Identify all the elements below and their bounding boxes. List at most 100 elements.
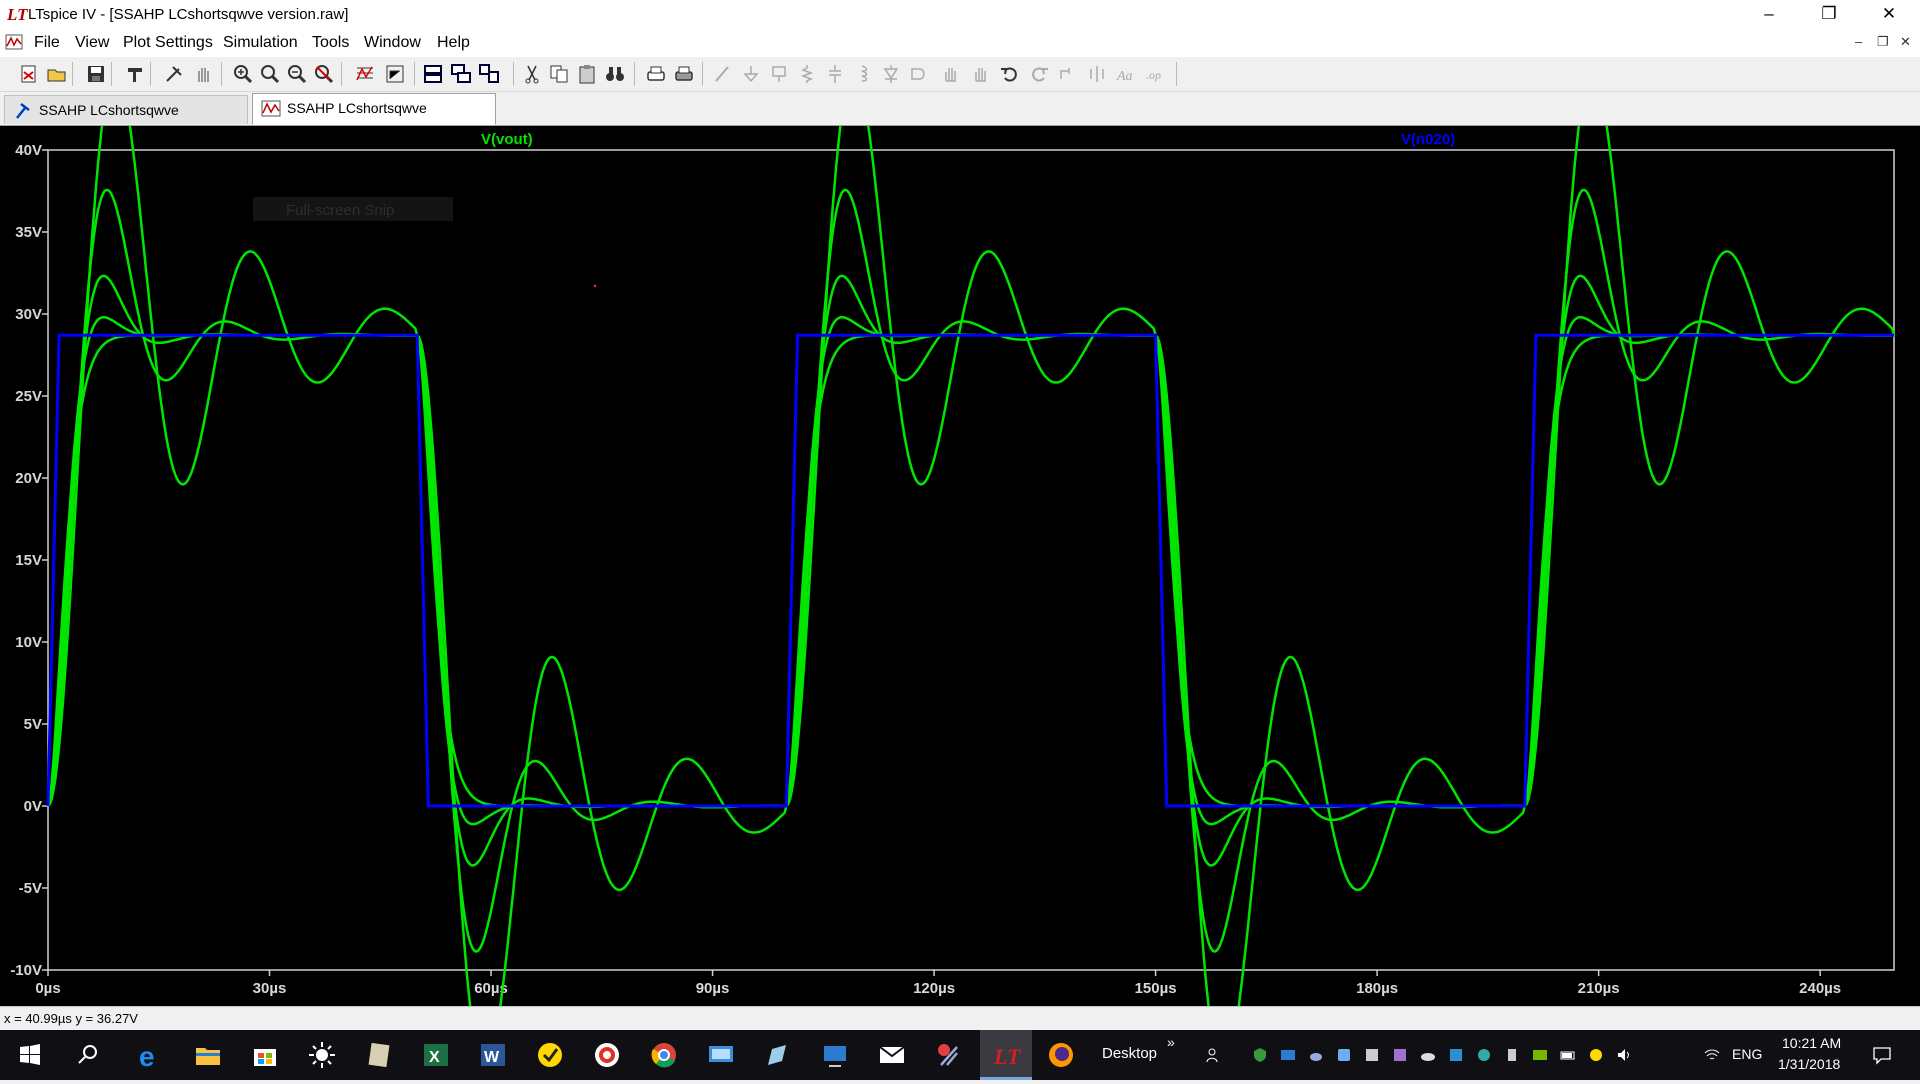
print-icon[interactable] [673, 63, 695, 85]
chrome-icon[interactable] [648, 1039, 680, 1071]
zoom-in-icon[interactable] [232, 63, 254, 85]
minimize-button[interactable]: – [1740, 0, 1798, 30]
tray-battery-icon[interactable] [1560, 1047, 1576, 1063]
tray-device-icon[interactable] [1504, 1047, 1520, 1063]
rotate-icon[interactable] [1057, 63, 1079, 85]
spice-directive-icon[interactable]: .op [1144, 63, 1166, 85]
label-net-icon[interactable] [768, 63, 790, 85]
edge-browser-icon[interactable]: e [135, 1039, 167, 1072]
component-icon[interactable] [908, 63, 930, 85]
file-explorer-icon[interactable] [192, 1039, 224, 1071]
undo-icon[interactable] [999, 63, 1021, 85]
x-tick-label: 90µs [696, 980, 730, 997]
tray-cloud-icon[interactable] [1308, 1047, 1324, 1063]
tray-security-icon[interactable] [1448, 1047, 1464, 1063]
tab-waveform[interactable]: SSAHP LCshortsqwve version.raw [252, 93, 496, 144]
draw-wire-icon[interactable] [712, 63, 734, 85]
ground-icon[interactable] [740, 63, 762, 85]
menu-view[interactable]: View [75, 34, 109, 52]
text-icon[interactable]: Aa [1115, 63, 1137, 85]
menu-plot-settings[interactable]: Plot Settings [123, 34, 213, 52]
mail-icon[interactable] [876, 1039, 908, 1071]
pan-icon[interactable] [259, 63, 281, 85]
language-indicator[interactable]: ENG [1732, 1046, 1762, 1062]
svg-text:LT: LT [993, 1044, 1022, 1069]
tray-norton-icon[interactable] [1588, 1047, 1604, 1063]
tray-nvidia-icon[interactable] [1532, 1047, 1548, 1063]
monitor-app-icon[interactable] [819, 1039, 851, 1071]
legend-vout[interactable]: V(vout) [481, 131, 533, 148]
pick-visible-traces-icon[interactable] [384, 63, 406, 85]
snipping-tool-icon[interactable] [933, 1039, 965, 1071]
excel-icon[interactable]: X [420, 1039, 452, 1071]
capacitor-icon[interactable] [824, 63, 846, 85]
sun-app-icon[interactable] [306, 1039, 338, 1071]
paste-icon[interactable] [576, 63, 598, 85]
norton-icon[interactable] [534, 1039, 566, 1071]
waveform-chart[interactable]: 40V 35V 30V 25V 20V 15V 10V 5V 0V -5V -10V 0µs 30µs… [0, 126, 1920, 1006]
word-icon[interactable]: W [477, 1039, 509, 1071]
new-schematic-icon[interactable] [18, 63, 40, 85]
waveform-window-icon[interactable] [5, 33, 23, 51]
clock-time[interactable]: 10:21 AM [1782, 1035, 1841, 1051]
mdi-close-button[interactable]: ✕ [1900, 34, 1911, 50]
firefox-icon[interactable] [1045, 1039, 1077, 1071]
volume-icon[interactable] [1616, 1047, 1632, 1063]
open-folder-icon[interactable] [46, 63, 68, 85]
zoom-out-icon[interactable] [286, 63, 308, 85]
menu-file[interactable]: File [34, 34, 60, 52]
search-icon[interactable] [72, 1039, 104, 1071]
resistor-icon[interactable] [796, 63, 818, 85]
menu-simulation[interactable]: Simulation [223, 34, 298, 52]
chevron-double-icon[interactable]: » [1167, 1034, 1175, 1050]
tray-app-icon[interactable] [1336, 1047, 1352, 1063]
waveform-plot-pane[interactable]: 40V 35V 30V 25V 20V 15V 10V 5V 0V -5V -10V 0µs 30µs… [0, 126, 1920, 1006]
drag-hand-icon[interactable] [970, 63, 992, 85]
tile-vertical-icon[interactable] [478, 63, 500, 85]
run-icon[interactable] [163, 63, 185, 85]
tray-onedrive-icon[interactable] [1420, 1047, 1436, 1063]
tile-horizontal-icon[interactable] [422, 63, 444, 85]
move-hand-icon[interactable] [940, 63, 962, 85]
ltspice-taskbar-button[interactable]: LT [980, 1030, 1032, 1080]
tray-shield-icon[interactable] [1252, 1047, 1268, 1063]
control-panel-icon[interactable] [124, 63, 146, 85]
cut-icon[interactable] [521, 63, 543, 85]
menu-window[interactable]: Window [364, 34, 421, 52]
store-icon[interactable] [249, 1039, 281, 1071]
start-windows-icon[interactable] [14, 1039, 46, 1071]
action-center-icon[interactable] [1872, 1045, 1892, 1065]
legend-n020[interactable]: V(n020) [1401, 131, 1455, 148]
menu-help[interactable]: Help [437, 34, 470, 52]
tray-network-adapter-icon[interactable] [1280, 1047, 1296, 1063]
inductor-icon[interactable] [852, 63, 874, 85]
tray-window-icon[interactable] [1364, 1047, 1380, 1063]
zoom-fit-icon[interactable] [313, 63, 335, 85]
remote-desktop-icon[interactable] [705, 1039, 737, 1071]
find-binoculars-icon[interactable] [604, 63, 626, 85]
redo-icon[interactable] [1028, 63, 1050, 85]
lifebuoy-app-icon[interactable] [591, 1039, 623, 1071]
cascade-icon[interactable] [450, 63, 472, 85]
mdi-restore-button[interactable]: ❐ [1877, 34, 1889, 50]
notes-app-icon[interactable] [363, 1039, 395, 1071]
autorange-icon[interactable] [354, 63, 376, 85]
close-button[interactable]: ✕ [1860, 0, 1918, 30]
tab-schematic[interactable]: SSAHP LCshortsqwve version.asc [4, 95, 248, 146]
people-icon[interactable] [1206, 1047, 1222, 1063]
mdi-minimize-button[interactable]: – [1855, 34, 1862, 49]
menu-tools[interactable]: Tools [312, 34, 349, 52]
tray-edit-icon[interactable] [1392, 1047, 1408, 1063]
halt-hand-icon[interactable] [193, 63, 215, 85]
desktop-toolbar-label[interactable]: Desktop [1102, 1045, 1157, 1062]
diode-icon[interactable] [880, 63, 902, 85]
copy-icon[interactable] [548, 63, 570, 85]
pen-app-icon[interactable] [762, 1039, 794, 1071]
maximize-button[interactable]: ❐ [1800, 0, 1858, 30]
mirror-icon[interactable] [1086, 63, 1108, 85]
save-icon[interactable] [85, 63, 107, 85]
tray-globe-icon[interactable] [1476, 1047, 1492, 1063]
wifi-icon[interactable] [1704, 1047, 1720, 1063]
clock-date[interactable]: 1/31/2018 [1778, 1056, 1840, 1072]
print-setup-icon[interactable] [645, 63, 667, 85]
